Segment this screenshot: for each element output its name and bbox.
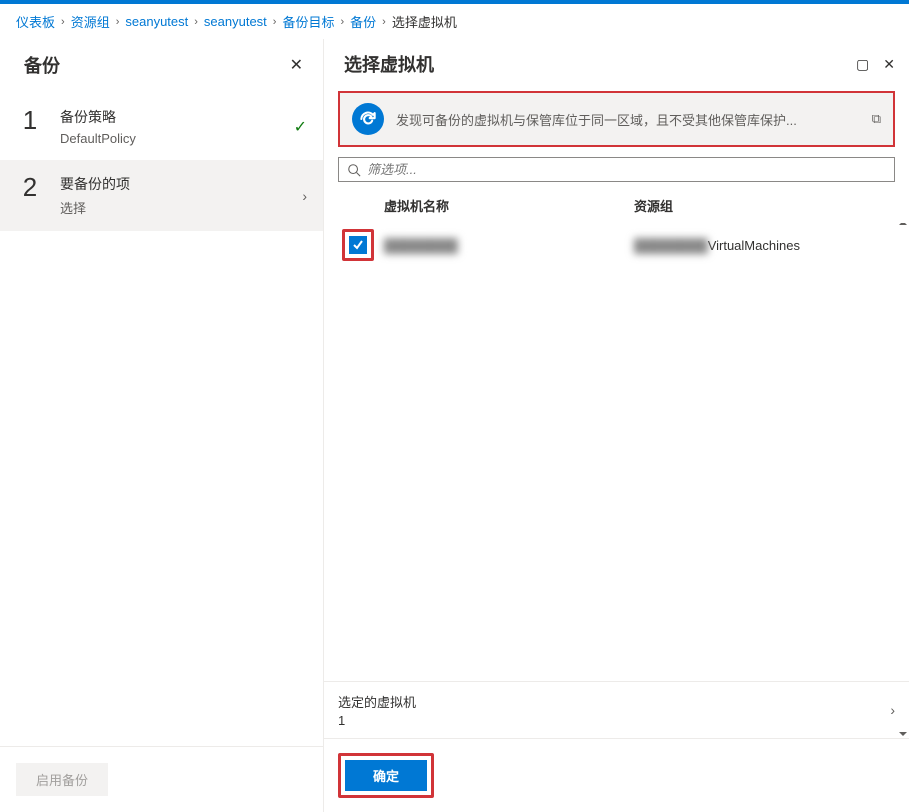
- breadcrumb-backup[interactable]: 备份: [350, 12, 376, 31]
- breadcrumb-rg-name[interactable]: seanyutest: [125, 14, 188, 29]
- wizard-step-policy[interactable]: 1 备份策略 DefaultPolicy ✓: [0, 93, 323, 160]
- wizard-step-items[interactable]: 2 要备份的项 选择 ›: [0, 160, 323, 231]
- resource-group-cell: ████████VirtualMachines: [634, 238, 895, 253]
- chevron-right-icon: ›: [61, 16, 65, 28]
- step-title: 要备份的项: [60, 174, 286, 194]
- maximize-icon[interactable]: ▢: [856, 56, 869, 73]
- enable-backup-button: 启用备份: [16, 763, 108, 796]
- info-text: 发现可备份的虚拟机与保管库位于同一区域，且不受其他保管库保护...: [396, 110, 860, 129]
- chevron-right-icon: ›: [116, 16, 120, 28]
- chevron-right-icon: ›: [382, 16, 386, 28]
- close-icon[interactable]: ✕: [883, 56, 895, 73]
- chevron-right-icon: ›: [340, 16, 344, 28]
- step-subtitle: DefaultPolicy: [60, 131, 278, 146]
- ok-button[interactable]: 确定: [345, 760, 427, 791]
- table-header: 虚拟机名称 资源组: [324, 188, 909, 223]
- step-subtitle: 选择: [60, 198, 286, 217]
- highlight-box: 确定: [338, 753, 434, 798]
- table-row[interactable]: ████████ ████████VirtualMachines: [324, 223, 909, 267]
- breadcrumb-resource-name[interactable]: seanyutest: [204, 14, 267, 29]
- selected-vms-bar[interactable]: 选定的虚拟机 1 ›: [324, 681, 909, 738]
- chevron-right-icon: ›: [194, 16, 198, 28]
- step-number: 2: [16, 174, 44, 200]
- col-resource-group[interactable]: 资源组: [634, 196, 895, 215]
- backup-wizard-panel: 备份 ✕ 1 备份策略 DefaultPolicy ✓ 2 要备份的项 选择 ›…: [0, 39, 324, 812]
- chevron-right-icon: ›: [890, 702, 895, 718]
- breadcrumb-current: 选择虚拟机: [392, 12, 457, 31]
- step-number: 1: [16, 107, 44, 133]
- close-icon[interactable]: ✕: [286, 51, 307, 79]
- vm-table-body: ████████ ████████VirtualMachines: [324, 223, 909, 681]
- info-banner: 发现可备份的虚拟机与保管库位于同一区域，且不受其他保管库保护... ⧉: [338, 91, 895, 147]
- breadcrumb: 仪表板› 资源组› seanyutest› seanyutest› 备份目标› …: [0, 4, 909, 39]
- popout-icon[interactable]: ⧉: [872, 111, 881, 127]
- selected-count: 1: [338, 713, 416, 728]
- breadcrumb-backup-target[interactable]: 备份目标: [282, 12, 334, 31]
- search-icon: [347, 163, 361, 177]
- filter-input-wrapper[interactable]: [338, 157, 895, 182]
- refresh-icon: [352, 103, 384, 135]
- highlight-box: [342, 229, 374, 261]
- check-icon: ✓: [294, 117, 307, 137]
- left-panel-title: 备份: [24, 52, 60, 78]
- chevron-right-icon: ›: [273, 16, 277, 28]
- right-panel-title: 选择虚拟机: [344, 51, 434, 77]
- step-title: 备份策略: [60, 107, 278, 127]
- checkbox-checked[interactable]: [349, 236, 367, 254]
- breadcrumb-dashboard[interactable]: 仪表板: [16, 12, 55, 31]
- col-vm-name[interactable]: 虚拟机名称: [384, 196, 634, 215]
- breadcrumb-resource-groups[interactable]: 资源组: [71, 12, 110, 31]
- filter-input[interactable]: [367, 162, 886, 177]
- select-vm-panel: 选择虚拟机 ▢ ✕ 发现可备份的虚拟机与保管库位于同一区域，且不受其他保管库保护…: [324, 39, 909, 812]
- chevron-right-icon: ›: [302, 188, 307, 204]
- vm-name-cell: ████████: [384, 238, 634, 253]
- selected-label: 选定的虚拟机: [338, 692, 416, 711]
